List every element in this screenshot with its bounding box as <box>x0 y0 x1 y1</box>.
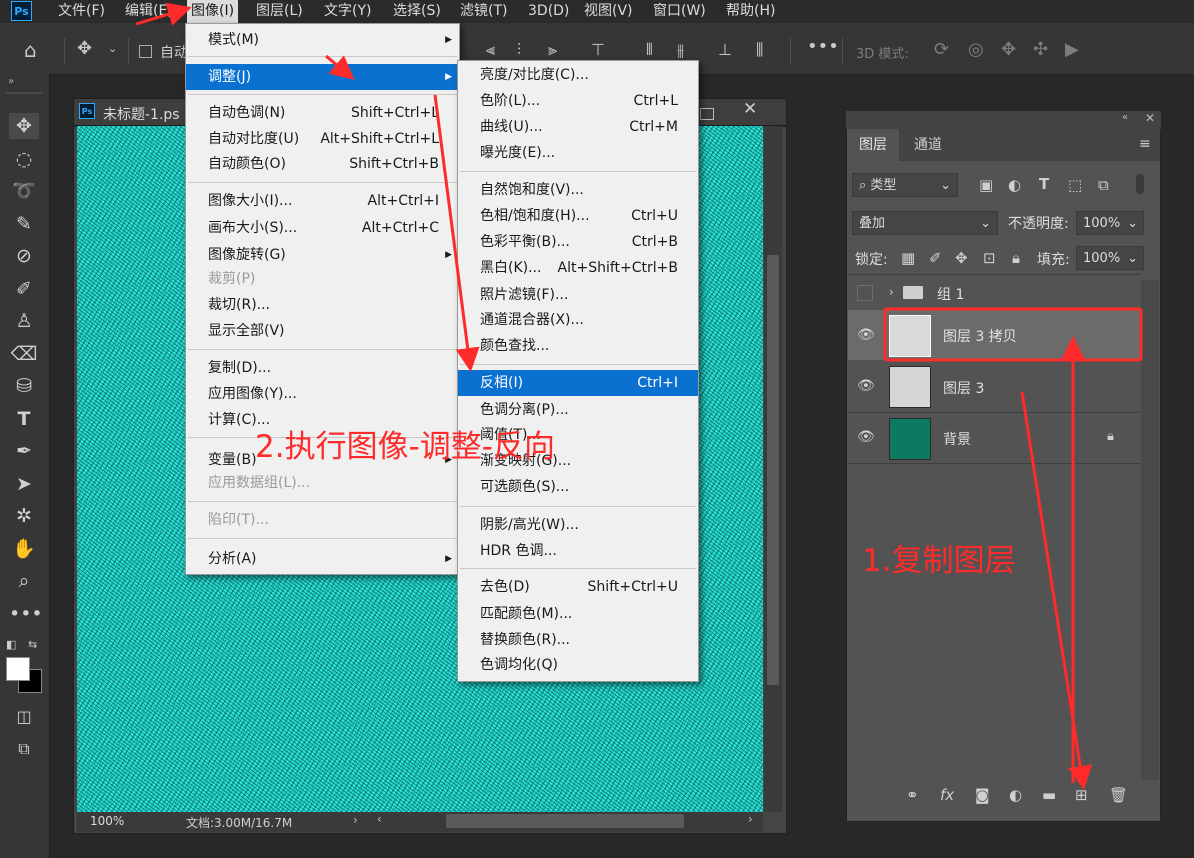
arrow-to-adjust <box>325 54 355 80</box>
arrow-to-invert <box>433 94 480 372</box>
annotation-step-2: 2.执行图像-调整-反向 <box>255 429 555 465</box>
annotation-step-1: 1.复制图层 <box>862 543 1016 579</box>
highlight-box <box>883 307 1143 362</box>
arrow-to-image-menu <box>135 2 192 26</box>
annotation-overlay <box>135 2 1143 790</box>
